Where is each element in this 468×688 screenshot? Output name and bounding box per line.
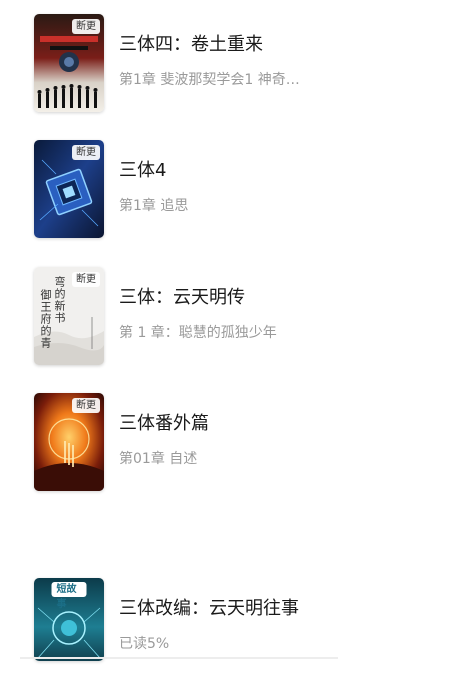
- status-badge: 断更: [72, 398, 100, 413]
- book-chapter: 第 1 章：聪慧的孤独少年: [119, 325, 277, 341]
- book-item-2[interactable]: 断更 三体4 第1章 追思: [0, 140, 468, 250]
- book-item-1[interactable]: 断更 三体四：卷土重来 第1章 斐波那契学会1 神奇…: [0, 14, 468, 124]
- book-chapter: 第1章 斐波那契学会1 神奇…: [119, 72, 300, 88]
- book-cover-5[interactable]: 短故事: [34, 578, 104, 661]
- bottom-divider: [20, 657, 338, 659]
- status-badge: 断更: [72, 19, 100, 34]
- book-title[interactable]: 三体：云天明传: [119, 283, 245, 309]
- status-badge: 短故事: [51, 582, 87, 610]
- book-cover-4[interactable]: 断更: [34, 393, 104, 491]
- book-item-4[interactable]: 断更 三体番外篇 第01章 自述: [0, 393, 468, 503]
- book-chapter: 第1章 追思: [119, 198, 189, 214]
- book-title[interactable]: 三体四：卷土重来: [119, 30, 263, 56]
- book-cover-1[interactable]: 断更: [34, 14, 104, 112]
- book-title[interactable]: 三体4: [119, 156, 166, 182]
- status-badge: 断更: [72, 145, 100, 160]
- book-item-5[interactable]: 短故事 三体改编：云天明往事 已读5%: [0, 578, 468, 688]
- book-title[interactable]: 三体番外篇: [119, 409, 209, 435]
- book-chapter: 第01章 自述: [119, 451, 198, 467]
- cover-author-text: 御王府的青: [39, 289, 52, 349]
- book-cover-2[interactable]: 断更: [34, 140, 104, 238]
- cover-title-text: 弯的新书: [53, 276, 66, 324]
- book-cover-3[interactable]: 断更 弯的新书 御王府的青: [34, 267, 104, 365]
- reading-progress: 已读5%: [119, 636, 170, 652]
- status-badge: 断更: [72, 272, 100, 287]
- book-item-3[interactable]: 断更 弯的新书 御王府的青 三体：云天明传 第 1 章：聪慧的孤独少年: [0, 267, 468, 377]
- book-title[interactable]: 三体改编：云天明往事: [119, 594, 299, 620]
